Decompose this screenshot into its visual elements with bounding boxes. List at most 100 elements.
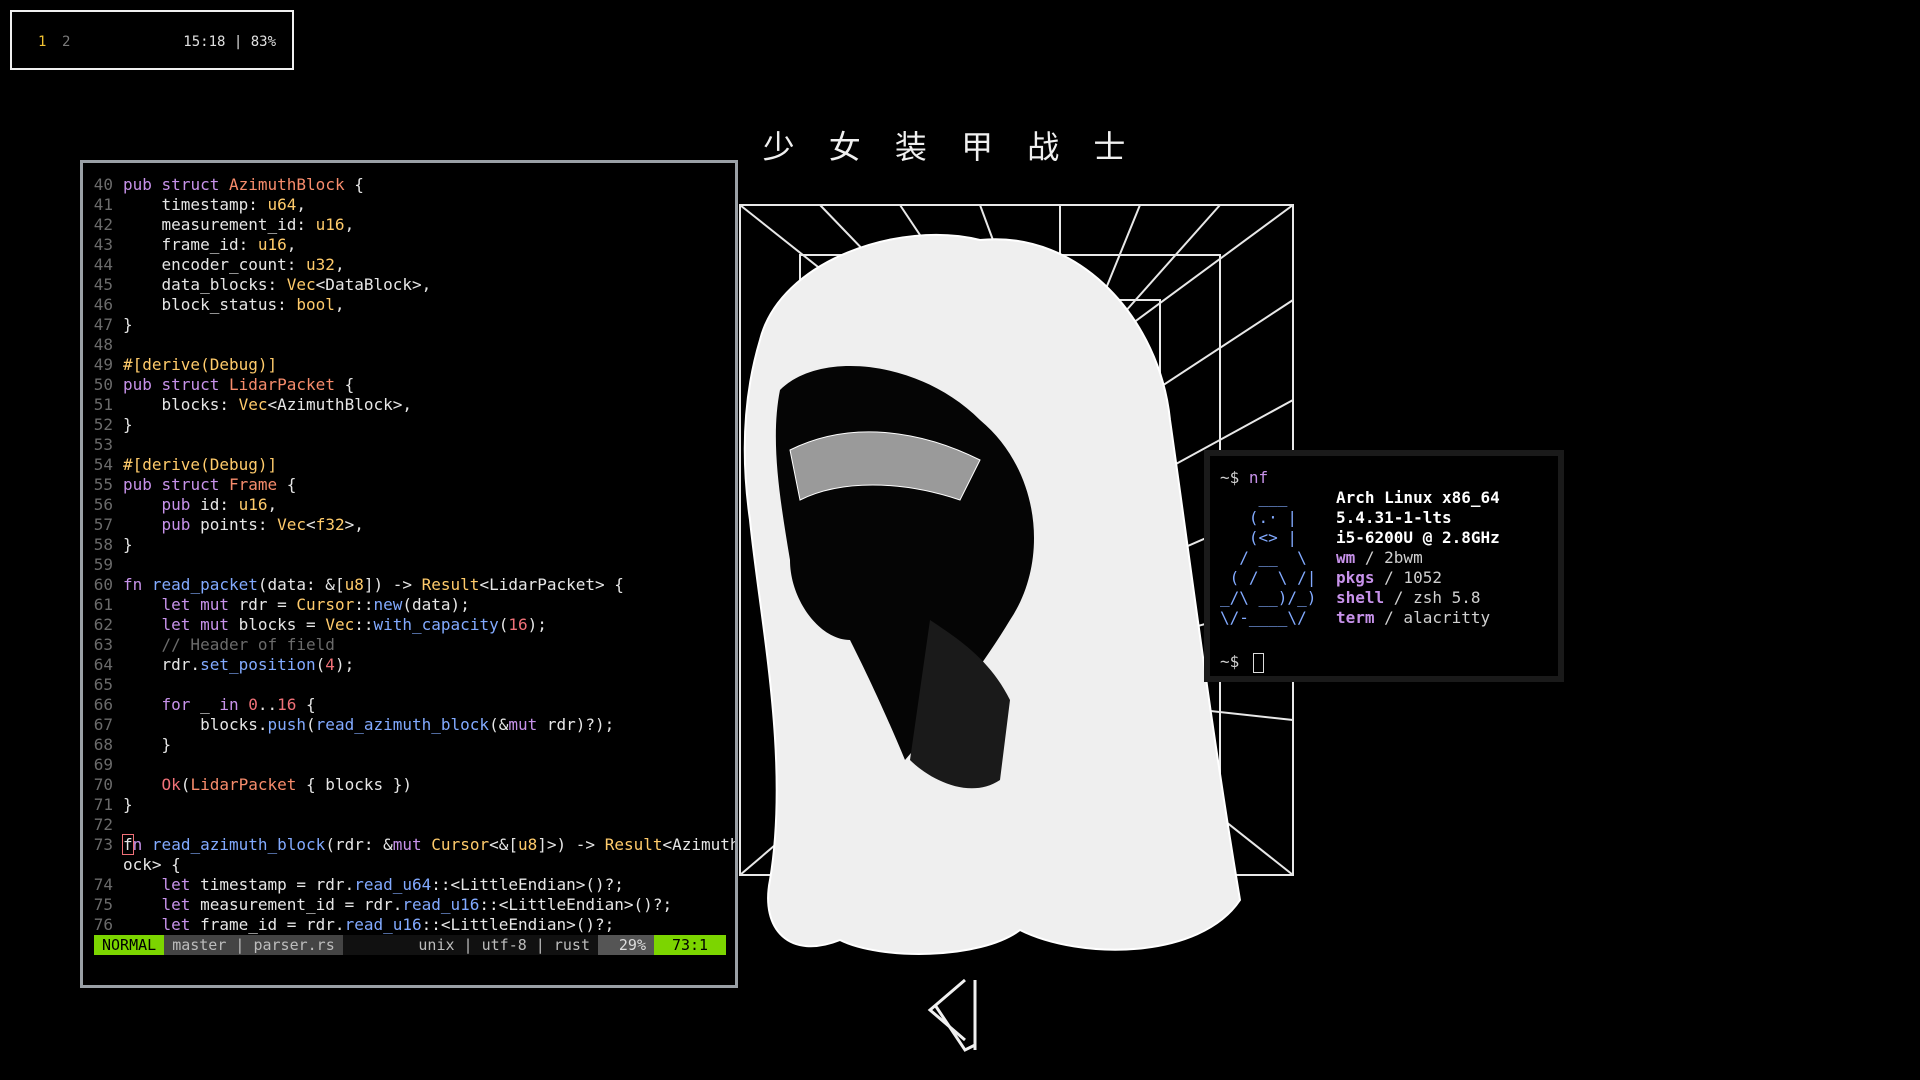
- terminal-cursor: [1252, 652, 1264, 673]
- workspace-1[interactable]: 1: [38, 34, 46, 50]
- line-number: 74: [93, 875, 113, 894]
- sysinfo-row: pkgs / 1052: [1336, 568, 1500, 588]
- sysinfo-row: 5.4.31-1-lts: [1336, 508, 1500, 528]
- line-text: pub struct Frame {: [123, 475, 297, 494]
- sysinfo-row: shell / zsh 5.8: [1336, 588, 1500, 608]
- line-number: 54: [93, 455, 113, 474]
- code-line[interactable]: 70 Ok(LidarPacket { blocks }): [83, 775, 723, 795]
- sysinfo-row: Arch Linux x86_64: [1336, 488, 1500, 508]
- line-text: timestamp: u64,: [123, 195, 307, 214]
- line-text: #[derive(Debug)]: [123, 455, 278, 474]
- code-line[interactable]: 69: [83, 755, 723, 775]
- line-number: 45: [93, 275, 113, 294]
- line-text: blocks: Vec<AzimuthBlock>,: [123, 395, 412, 414]
- line-number: 52: [93, 415, 113, 434]
- prompt-line-2[interactable]: ~$: [1220, 652, 1264, 673]
- line-number: 58: [93, 535, 113, 554]
- editor-window[interactable]: 40 pub struct AzimuthBlock {41 timestamp:…: [80, 160, 738, 988]
- line-number: 49: [93, 355, 113, 374]
- code-line[interactable]: 41 timestamp: u64,: [83, 195, 723, 215]
- line-number: 57: [93, 515, 113, 534]
- code-line[interactable]: 40 pub struct AzimuthBlock {: [83, 175, 723, 195]
- sysinfo-row: i5-6200U @ 2.8GHz: [1336, 528, 1500, 548]
- code-line[interactable]: 57 pub points: Vec<f32>,: [83, 515, 723, 535]
- code-line[interactable]: 45 data_blocks: Vec<DataBlock>,: [83, 275, 723, 295]
- line-number: 71: [93, 795, 113, 814]
- line-text: encoder_count: u32,: [123, 255, 345, 274]
- code-line[interactable]: 54 #[derive(Debug)]: [83, 455, 723, 475]
- sysinfo-row: term / alacritty: [1336, 608, 1500, 628]
- code-line[interactable]: 42 measurement_id: u16,: [83, 215, 723, 235]
- line-text: fn read_azimuth_block(rdr: &mut Cursor<&…: [122, 834, 735, 855]
- line-text: #[derive(Debug)]: [123, 355, 278, 374]
- line-number: 65: [93, 675, 113, 694]
- line-text: ock> {: [123, 855, 181, 874]
- code-line[interactable]: 68 }: [83, 735, 723, 755]
- line-number: 63: [93, 635, 113, 654]
- line-text: measurement_id: u16,: [123, 215, 355, 234]
- sysinfo-value: / zsh 5.8: [1384, 588, 1481, 607]
- line-number: 73: [93, 835, 113, 854]
- code-line[interactable]: 65: [83, 675, 723, 695]
- code-line[interactable]: 44 encoder_count: u32,: [83, 255, 723, 275]
- line-number: 59: [93, 555, 113, 574]
- code-line[interactable]: 56 pub id: u16,: [83, 495, 723, 515]
- line-number: 43: [93, 235, 113, 254]
- code-line[interactable]: 72: [83, 815, 723, 835]
- line-number: 41: [93, 195, 113, 214]
- line-number: 55: [93, 475, 113, 494]
- code-line[interactable]: 62 let mut blocks = Vec::with_capacity(1…: [83, 615, 723, 635]
- code-line[interactable]: 52}: [83, 415, 723, 435]
- code-line[interactable]: 58}: [83, 535, 723, 555]
- sysinfo-key: term: [1336, 608, 1375, 627]
- code-line[interactable]: 43 frame_id: u16,: [83, 235, 723, 255]
- sysinfo-key: shell: [1336, 588, 1385, 607]
- line-number: 69: [93, 755, 113, 774]
- mode-indicator: NORMAL: [94, 935, 165, 955]
- line-text: let mut blocks = Vec::with_capacity(16);: [161, 615, 547, 634]
- code-line[interactable]: 51 blocks: Vec<AzimuthBlock>,: [83, 395, 723, 415]
- logo-emblem: [927, 978, 977, 1052]
- line-text: let frame_id = rdr.read_u16::<LittleEndi…: [161, 915, 615, 934]
- code-line[interactable]: 46 block_status: bool,: [83, 295, 723, 315]
- code-line[interactable]: 66 for _ in 0..16 {: [83, 695, 723, 715]
- code-line[interactable]: 47}: [83, 315, 723, 335]
- code-line[interactable]: 67 blocks.push(read_azimuth_block(&mut r…: [83, 715, 723, 735]
- code-line[interactable]: 59: [83, 555, 723, 575]
- code-line[interactable]: 48: [83, 335, 723, 355]
- line-text: for _ in 0..16 {: [161, 695, 316, 714]
- code-line[interactable]: 60 fn read_packet(data: &[u8]) -> Result<…: [83, 575, 723, 595]
- code-area[interactable]: 40 pub struct AzimuthBlock {41 timestamp:…: [83, 175, 735, 935]
- code-line[interactable]: 75 let measurement_id = rdr.read_u16::<L…: [83, 895, 723, 915]
- line-number: 60: [93, 575, 113, 594]
- code-line[interactable]: 55 pub struct Frame {: [83, 475, 723, 495]
- line-number: 40: [93, 175, 113, 194]
- cursor-position: 73:1: [654, 935, 726, 955]
- line-text: blocks.push(read_azimuth_block(&mut rdr)…: [123, 715, 615, 734]
- line-number: 46: [93, 295, 113, 314]
- code-line[interactable]: 61 let mut rdr = Cursor::new(data);: [83, 595, 723, 615]
- sysinfo-key: i5-6200U @ 2.8GHz: [1336, 528, 1500, 547]
- line-number: 66: [93, 695, 113, 714]
- code-line[interactable]: 71}: [83, 795, 723, 815]
- line-text: pub id: u16,: [161, 495, 278, 514]
- code-line[interactable]: 53: [83, 435, 723, 455]
- code-line[interactable]: 63 // Header of field: [83, 635, 723, 655]
- code-line[interactable]: 74 let timestamp = rdr.read_u64::<Little…: [83, 875, 723, 895]
- line-text: frame_id: u16,: [123, 235, 297, 254]
- code-line[interactable]: ock> {: [83, 855, 723, 875]
- terminal-window[interactable]: ~$ nf ___ (.· | (<> | / __ \ ( / \ /| _/…: [1204, 450, 1564, 682]
- code-line[interactable]: 64 rdr.set_position(4);: [83, 655, 723, 675]
- line-number: 47: [93, 315, 113, 334]
- line-number: 61: [93, 595, 113, 614]
- line-text: rdr.set_position(4);: [123, 655, 355, 674]
- system-info: Arch Linux x86_64 5.4.31-1-lts i5-6200U @ …: [1336, 488, 1500, 628]
- code-line[interactable]: 76 let frame_id = rdr.read_u16::<LittleE…: [83, 915, 723, 935]
- code-line[interactable]: 50 pub struct LidarPacket {: [83, 375, 723, 395]
- code-line[interactable]: 73 fn read_azimuth_block(rdr: &mut Cursor…: [83, 834, 735, 855]
- line-text: pub points: Vec<f32>,: [161, 515, 364, 534]
- workspace-2[interactable]: 2: [62, 34, 70, 50]
- sysinfo-value: / 1052: [1374, 568, 1442, 587]
- line-number: 51: [93, 395, 113, 414]
- code-line[interactable]: 49 #[derive(Debug)]: [83, 355, 723, 375]
